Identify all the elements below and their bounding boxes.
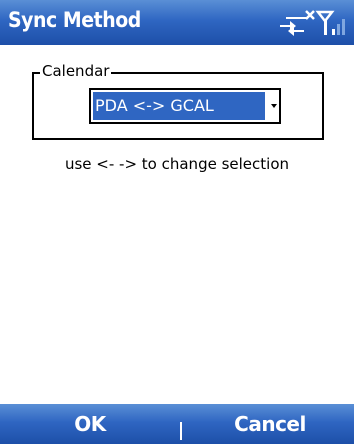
sync-method-dropdown[interactable]: PDA <-> GCAL [89,88,281,124]
calendar-groupbox: Calendar PDA <-> GCAL [32,62,324,140]
softkey-divider [180,422,182,440]
no-connection-icon [280,10,315,36]
softkey-bar: OK Cancel [0,404,354,444]
ok-softkey[interactable]: OK [50,410,130,438]
hint-text: use <- -> to change selection [64,155,290,173]
cancel-softkey[interactable]: Cancel [215,410,325,438]
title-bar: Sync Method [0,0,354,45]
dropdown-selected-value: PDA <-> GCAL [93,92,265,120]
page-title: Sync Method [8,8,141,32]
calendar-groupbox-label: Calendar [40,62,112,80]
signal-strength-icon [315,10,345,35]
dropdown-arrow-icon[interactable] [271,104,277,108]
status-icons [280,10,345,36]
